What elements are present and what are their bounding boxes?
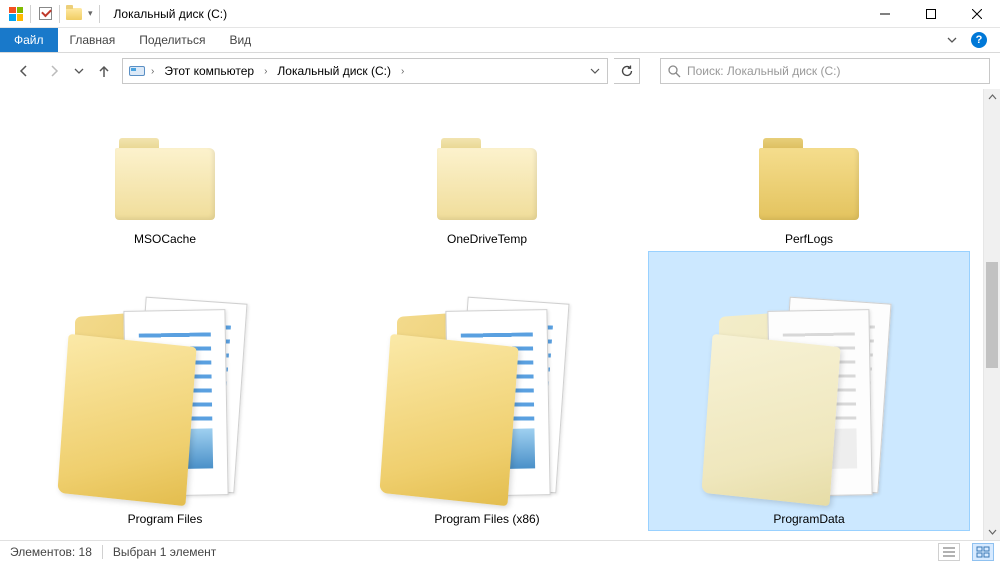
file-tab[interactable]: Файл — [0, 28, 58, 52]
folder-icon — [749, 128, 869, 228]
search-box[interactable] — [660, 58, 990, 84]
minimize-button[interactable] — [862, 0, 908, 28]
help-icon: ? — [971, 32, 987, 48]
item-count-label: Элементов: 18 — [10, 545, 92, 559]
folder-label: Program Files (x86) — [434, 508, 539, 526]
chevron-right-icon[interactable]: › — [262, 66, 269, 77]
recent-locations-button[interactable] — [72, 59, 86, 83]
navigation-bar: › Этот компьютер › Локальный диск (C:) › — [0, 53, 1000, 89]
folder-label: Program Files — [128, 508, 203, 526]
chevron-right-icon[interactable]: › — [149, 66, 156, 77]
ribbon: Файл Главная Поделиться Вид ? — [0, 28, 1000, 53]
large-icons-view-button[interactable] — [972, 543, 994, 561]
folder-label: MSOCache — [134, 228, 196, 246]
folder-label: OneDriveTemp — [447, 228, 527, 246]
folder-icon — [427, 128, 547, 228]
scroll-down-button[interactable] — [984, 523, 1000, 540]
forward-button[interactable] — [42, 59, 66, 83]
window-title: Локальный диск (C:) — [108, 7, 228, 21]
address-history-dropdown[interactable] — [585, 59, 605, 83]
scroll-thumb[interactable] — [986, 262, 998, 368]
folder-icon — [699, 288, 919, 508]
folder-item[interactable]: PerfLogs — [648, 93, 970, 251]
quick-access-toolbar: ▾ — [0, 5, 108, 23]
ribbon-collapse-icon[interactable] — [938, 28, 966, 52]
tab-share[interactable]: Поделиться — [127, 28, 217, 52]
close-button[interactable] — [954, 0, 1000, 28]
refresh-button[interactable] — [614, 58, 640, 84]
folder-item[interactable]: Program Files — [4, 251, 326, 531]
pc-icon — [129, 66, 145, 76]
window-controls — [862, 0, 1000, 28]
details-view-button[interactable] — [938, 543, 960, 561]
folder-icon — [377, 288, 597, 508]
scroll-up-button[interactable] — [984, 89, 1000, 106]
vertical-scrollbar[interactable] — [983, 89, 1000, 540]
folder-label: ProgramData — [773, 508, 844, 526]
chevron-right-icon[interactable]: › — [399, 66, 406, 77]
up-button[interactable] — [92, 59, 116, 83]
folder-icon — [55, 288, 275, 508]
qat-dropdown-icon[interactable]: ▾ — [88, 8, 93, 19]
tab-view[interactable]: Вид — [217, 28, 263, 52]
back-button[interactable] — [12, 59, 36, 83]
folder-icon[interactable] — [66, 6, 82, 22]
help-button[interactable]: ? — [966, 28, 992, 52]
scroll-track[interactable] — [984, 106, 1000, 523]
search-input[interactable] — [687, 64, 983, 78]
folder-item-selected[interactable]: ProgramData — [648, 251, 970, 531]
search-icon — [667, 64, 681, 78]
maximize-button[interactable] — [908, 0, 954, 28]
folder-item[interactable]: OneDriveTemp — [326, 93, 648, 251]
selection-status: Выбран 1 элемент — [113, 545, 216, 559]
tab-home[interactable]: Главная — [58, 28, 128, 52]
folder-item[interactable]: Program Files (x86) — [326, 251, 648, 531]
address-bar[interactable]: › Этот компьютер › Локальный диск (C:) › — [122, 58, 608, 84]
folder-item[interactable]: MSOCache — [4, 93, 326, 251]
folder-icon — [105, 128, 225, 228]
status-bar: Элементов: 18 Выбран 1 элемент — [0, 540, 1000, 562]
title-bar: ▾ Локальный диск (C:) — [0, 0, 1000, 28]
app-icon[interactable] — [8, 6, 24, 22]
folder-label: PerfLogs — [785, 228, 833, 246]
items-view[interactable]: MSOCache OneDriveTemp PerfLogs Program F… — [0, 89, 983, 540]
breadcrumb-this-pc[interactable]: Этот компьютер — [160, 59, 258, 83]
breadcrumb-drive-c[interactable]: Локальный диск (C:) — [273, 59, 395, 83]
qat-properties-icon[interactable] — [37, 6, 53, 22]
